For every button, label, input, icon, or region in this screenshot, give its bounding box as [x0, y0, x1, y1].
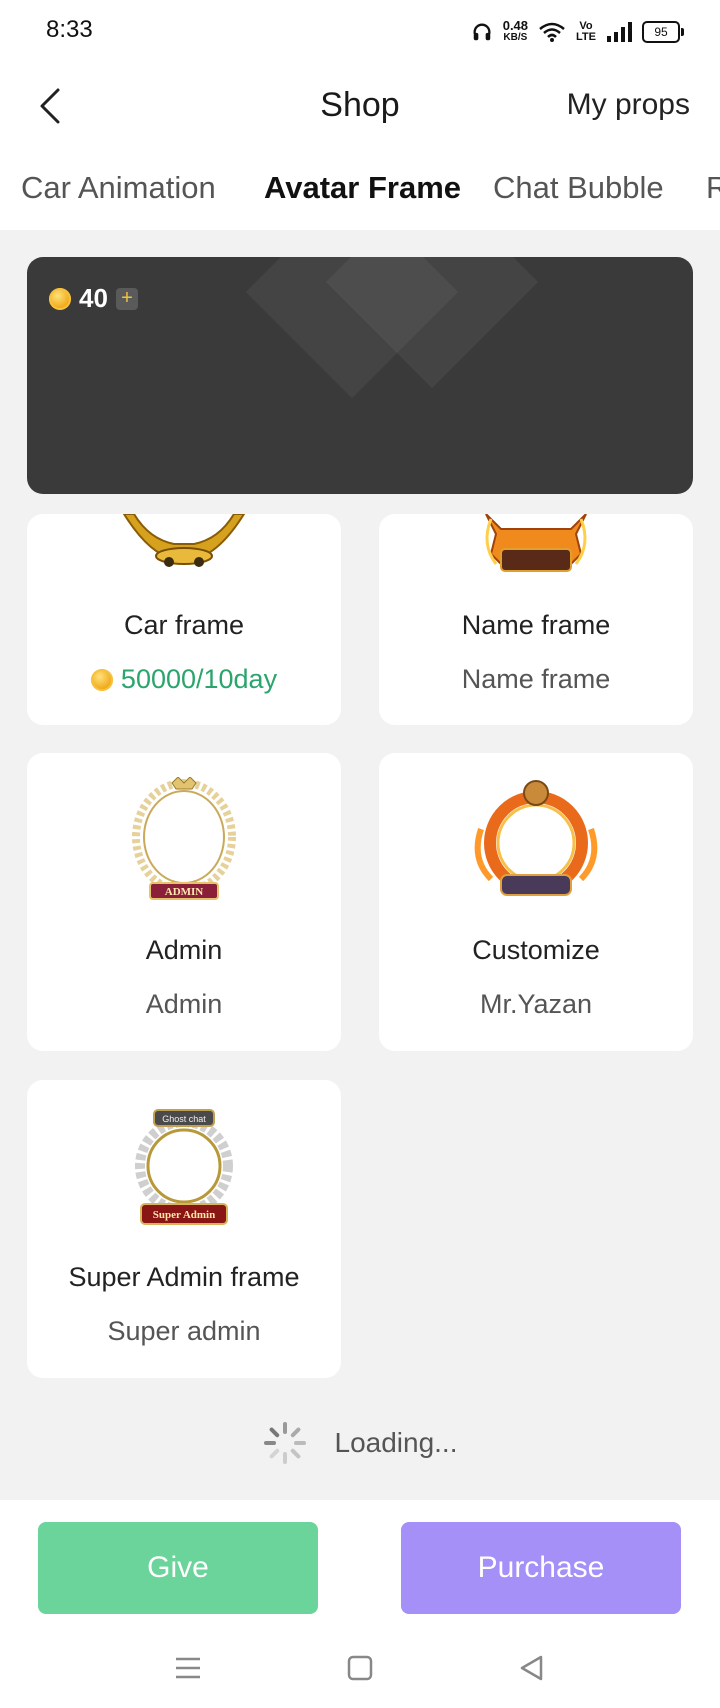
- coin-balance: 40 +: [49, 283, 138, 314]
- home-icon[interactable]: [342, 1650, 378, 1686]
- battery-icon: 95: [642, 21, 684, 43]
- wallet-card: 40 +: [27, 257, 693, 494]
- give-button[interactable]: Give: [38, 1522, 318, 1614]
- bottom-action-bar: Give Purchase: [0, 1500, 720, 1630]
- item-price: 50000/10day: [27, 664, 341, 695]
- super-admin-badge-text: Super Admin: [153, 1209, 215, 1221]
- tab-partial[interactable]: R: [706, 170, 720, 206]
- item-card-car-frame[interactable]: Car frame 50000/10day: [27, 514, 341, 725]
- volte-indicator: Vo LTE: [576, 21, 596, 43]
- super-admin-frame-image: Ghost chat Super Admin: [135, 1109, 233, 1225]
- volte-bottom: LTE: [576, 31, 596, 43]
- network-speed-unit: KB/S: [503, 32, 528, 43]
- admin-frame-image: ADMIN: [132, 777, 236, 900]
- chevron-left-icon[interactable]: [30, 84, 74, 128]
- status-icons: 0.48 KB/S Vo LTE 95: [471, 16, 684, 48]
- item-subtitle: Super admin: [107, 1316, 261, 1346]
- header: Shop My props: [0, 62, 720, 152]
- purchase-button[interactable]: Purchase: [401, 1522, 681, 1614]
- name-frame-image: [485, 514, 587, 572]
- tab-avatar-frame[interactable]: Avatar Frame: [264, 170, 461, 206]
- item-name: Name frame: [461, 610, 611, 640]
- status-time: 8:33: [46, 16, 93, 43]
- car-frame-image: [122, 514, 246, 567]
- status-bar: 8:33 0.48 KB/S Vo LTE 95: [0, 0, 720, 62]
- item-card-admin[interactable]: ADMIN Admin Admin: [27, 753, 341, 1051]
- item-subtitle: Admin: [145, 989, 223, 1019]
- item-name: Admin: [145, 935, 223, 965]
- item-card-customize[interactable]: Customize Mr.Yazan: [379, 753, 693, 1051]
- admin-badge-text: ADMIN: [165, 886, 204, 898]
- network-speed: 0.48 KB/S: [502, 18, 529, 44]
- item-subtitle: Mr.Yazan: [479, 989, 593, 1019]
- system-nav-bar: [0, 1630, 720, 1708]
- spinner-icon: [263, 1422, 306, 1464]
- plus-icon[interactable]: +: [115, 287, 138, 310]
- customize-frame-image: [474, 780, 598, 896]
- item-card-super-admin-frame[interactable]: Ghost chat Super Admin Super Admin frame…: [27, 1080, 341, 1378]
- tab-chat-bubble[interactable]: Chat Bubble: [493, 170, 664, 206]
- item-card-name-frame[interactable]: Name frame Name frame: [379, 514, 693, 725]
- loading-indicator: Loading...: [0, 1418, 720, 1468]
- item-subtitle: Name frame: [461, 664, 611, 694]
- item-name: Car frame: [123, 610, 245, 640]
- back-triangle-icon[interactable]: [514, 1650, 550, 1686]
- wifi-icon: [539, 22, 565, 42]
- item-name: Customize: [472, 935, 600, 965]
- headphones-icon: [473, 23, 491, 41]
- category-tabs: Car Animation Avatar Frame Chat Bubble R: [0, 152, 720, 230]
- coin-icon: [90, 668, 113, 691]
- coin-icon: [49, 287, 71, 310]
- my-props-link[interactable]: My props: [567, 88, 690, 122]
- menu-icon[interactable]: [170, 1650, 206, 1686]
- price-value: 50000/10day: [120, 664, 278, 694]
- ghost-chat-text: Ghost chat: [162, 1114, 206, 1124]
- signal-icon: [607, 22, 632, 42]
- tab-car-animation[interactable]: Car Animation: [21, 170, 216, 206]
- item-name: Super Admin frame: [68, 1262, 300, 1292]
- coin-count: 40: [79, 283, 108, 313]
- loading-text: Loading...: [334, 1427, 458, 1458]
- network-speed-value: 0.48: [502, 18, 529, 33]
